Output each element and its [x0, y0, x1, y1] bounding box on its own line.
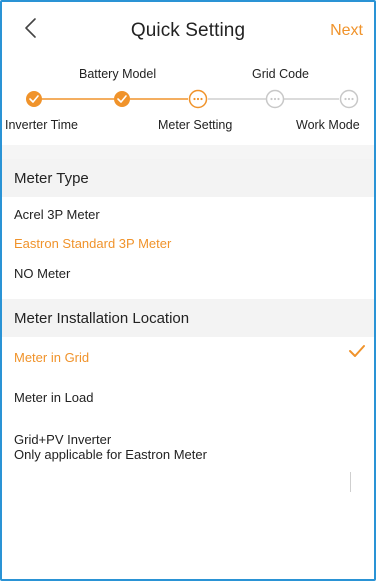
next-button[interactable]: Next	[330, 22, 363, 40]
location-option-grid[interactable]: Meter in Grid	[14, 350, 89, 365]
step-label-inverter-time: Inverter Time	[5, 118, 78, 132]
divider	[350, 472, 351, 492]
meter-type-heading: Meter Type	[14, 170, 89, 187]
meter-type-option-none[interactable]: NO Meter	[14, 266, 70, 281]
header-bar: Quick Setting Next	[2, 2, 374, 52]
step-label-meter-setting: Meter Setting	[158, 118, 233, 132]
meter-type-option-acrel[interactable]: Acrel 3P Meter	[14, 207, 100, 222]
app-frame: Quick Setting Next Battery Model Grid Co…	[0, 0, 376, 581]
location-option-grid-pv[interactable]: Grid+PV Inverter Only applicable for Eas…	[14, 432, 207, 462]
step-2-done-icon	[114, 91, 130, 107]
step-label-grid-code: Grid Code	[252, 67, 309, 81]
grid-pv-option-note: Only applicable for Eastron Meter	[14, 447, 207, 462]
meter-location-header: Meter Installation Location	[2, 299, 374, 337]
page-title: Quick Setting	[130, 20, 246, 41]
step-label-battery-model: Battery Model	[79, 67, 157, 81]
location-option-load[interactable]: Meter in Load	[14, 390, 94, 405]
step-5-pending-icon	[339, 89, 359, 109]
step-label-work-mode: Work Mode	[296, 118, 360, 132]
stepper-track	[26, 89, 359, 109]
step-4-pending-icon	[265, 89, 285, 109]
meter-type-header: Meter Type	[2, 159, 374, 197]
selected-check-icon	[349, 345, 365, 357]
meter-type-option-eastron[interactable]: Eastron Standard 3P Meter	[14, 236, 171, 251]
section-spacer	[2, 145, 374, 159]
step-3-current-icon	[188, 89, 208, 109]
meter-location-heading: Meter Installation Location	[14, 310, 190, 327]
step-1-done-icon	[26, 91, 42, 107]
grid-pv-option-title: Grid+PV Inverter	[14, 432, 112, 447]
